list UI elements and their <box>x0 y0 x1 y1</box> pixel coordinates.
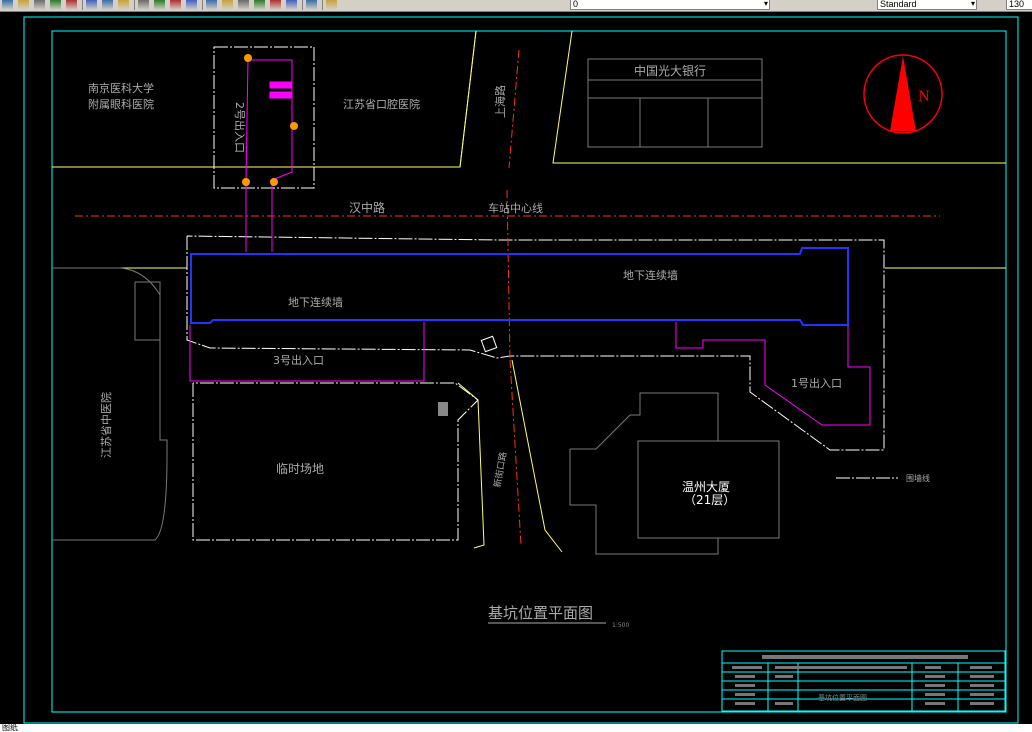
label-tower-name: 温州大厦 <box>682 480 730 494</box>
label-exit2: 2号出入口 <box>233 102 247 153</box>
label-bank: 中国光大银行 <box>634 63 706 78</box>
layer-value: 0 <box>573 0 579 9</box>
label-road-north: 上海路 <box>493 85 507 118</box>
print-icon[interactable] <box>34 0 45 10</box>
label-tcm-hospital: 江苏省中医院 <box>99 392 113 458</box>
pan-icon[interactable] <box>138 0 149 10</box>
chevron-down-icon: ▾ <box>763 0 768 8</box>
pen-icon[interactable] <box>50 0 61 10</box>
toolbar-separator <box>202 0 203 10</box>
chevron-down-icon: ▾ <box>970 0 975 8</box>
label-hospital2: 附属眼科医院 <box>88 97 154 111</box>
toolbar-separator <box>82 0 83 10</box>
diaphragm-wall <box>190 247 849 326</box>
zoom-window-icon[interactable] <box>170 0 181 10</box>
properties-icon[interactable] <box>206 0 217 10</box>
command-line[interactable]: 图纸 <box>0 724 1032 732</box>
label-road-south: 新街口路 <box>491 451 509 489</box>
toolbar-separator <box>302 0 303 10</box>
layer-manager-icon[interactable] <box>326 0 337 10</box>
vent-symbol <box>480 335 498 353</box>
move-icon[interactable] <box>102 0 113 10</box>
drawing-canvas[interactable]: N 南京医科大学 附属眼科医院 江苏省口腔医院 中国光大银行 上海路 汉中路 车… <box>0 11 1032 724</box>
zoom-combo[interactable]: 130 <box>1006 0 1032 10</box>
brush-icon[interactable] <box>66 0 77 10</box>
toolbar-separator <box>134 0 135 10</box>
roads <box>52 30 1006 553</box>
undo-icon[interactable] <box>118 0 129 10</box>
zoom-value: 130 <box>1009 0 1025 9</box>
layer-combo[interactable]: 0 ▾ <box>570 0 770 10</box>
label-exit1: 1号出入口 <box>791 376 842 390</box>
buildings <box>52 58 780 555</box>
save-icon[interactable] <box>18 0 29 10</box>
zoom-realtime-icon[interactable] <box>154 0 165 10</box>
command-prompt: 图纸 <box>2 723 18 732</box>
open-icon[interactable] <box>2 0 13 10</box>
label-fence-line: 围墙线 <box>906 473 930 483</box>
label-hospital: 南京医科大学 <box>88 81 154 95</box>
design-center-icon[interactable] <box>222 0 233 10</box>
title-block-drawing-name: 基坑位置平面图 <box>818 693 867 702</box>
center-lines <box>75 49 940 546</box>
north-label: N <box>918 88 930 105</box>
exit-2-hatch <box>242 54 298 186</box>
label-tower-floors: （21层） <box>684 493 735 507</box>
label-temp-site: 临时场地 <box>276 462 324 476</box>
zoom-previous-icon[interactable] <box>186 0 197 10</box>
help-icon[interactable] <box>306 0 317 10</box>
label-road-main: 汉中路 <box>349 200 385 215</box>
label-stomatology: 江苏省口腔医院 <box>343 97 420 111</box>
text-style-combo[interactable]: Standard ▾ <box>877 0 977 10</box>
label-wall1: 地下连续墙 <box>623 268 678 282</box>
tool-palette-icon[interactable] <box>238 0 249 10</box>
arrow-down-icon[interactable] <box>86 0 97 10</box>
label-exit3: 3号出入口 <box>273 353 324 367</box>
hatch-symbol <box>438 402 448 416</box>
calculator-icon[interactable] <box>286 0 297 10</box>
toolbar-separator <box>322 0 323 10</box>
label-station-center: 车站中心线 <box>488 201 543 215</box>
north-arrow: N <box>863 54 943 134</box>
markup-icon[interactable] <box>270 0 281 10</box>
label-wall2: 地下连续墙 <box>288 295 343 309</box>
drawing-scale: 1:500 <box>612 622 629 629</box>
title-block: 基坑位置平面图 <box>721 650 1006 712</box>
drawing-title: 基坑位置平面图 <box>488 604 593 622</box>
text-style-value: Standard <box>880 0 917 9</box>
exits <box>189 59 871 426</box>
sheet-icon[interactable] <box>254 0 265 10</box>
